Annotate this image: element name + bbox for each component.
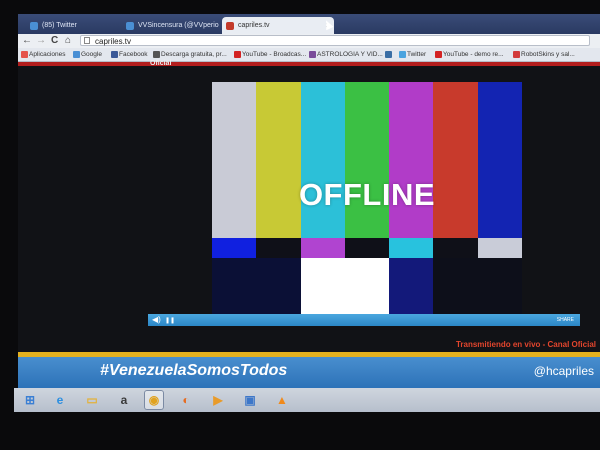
monitor-bezel [0,412,600,450]
address-bar[interactable]: capriles.tv [80,35,590,46]
bookmark-label: Twitter [407,51,427,58]
low-block-5 [389,258,434,314]
offline-text: OFFLINE [298,177,436,212]
bookmark-robotskins[interactable]: RobotSkins y sal... [512,48,575,61]
mid-block-1 [212,238,257,258]
file-explorer-icon[interactable]: ▭ [82,390,102,410]
firefox-icon[interactable]: ◐ [176,390,196,410]
bookmark-aplicaciones[interactable]: Aplicaciones [20,48,66,61]
mid-block-4 [344,238,390,258]
color-bar-2 [256,82,302,238]
bookmark-label: Facebook [119,51,148,58]
color-bar-6 [433,82,479,238]
twitter-tab-icon [30,22,38,30]
low-block-4 [344,258,390,314]
windows-start-icon[interactable]: ⊞ [20,390,40,410]
browser-toolbar: ← → C ⌂ capriles.tv [18,34,600,48]
color-bar-1 [212,82,257,238]
chrome-icon[interactable]: ◉ [144,390,164,410]
url-text: capriles.tv [95,37,132,46]
page-icon [84,37,90,44]
volume-icon[interactable]: ◀) [152,315,161,325]
internet-explorer-icon[interactable]: e [50,390,70,410]
facebook-icon [111,51,118,58]
apps-icon [21,51,28,58]
tab-label: VVSincensura (@VVperio [138,22,219,29]
low-block-2 [256,258,302,314]
banner-yellow-stripe [18,352,600,357]
oficial-label: Oficial [150,60,172,67]
mid-block-2 [256,238,302,258]
page-content: Oficial OFFLINE ◀) ❚❚ SHARE Transmitiend… [18,60,600,388]
share-button[interactable]: SHARE [557,314,574,326]
windows-taskbar: ⊞ e ▭ a ◉ ◐ ▶ ▣ ▲ [14,388,600,412]
bookmark-label: Descarga gratuita, pr... [161,51,227,58]
back-button[interactable]: ← [22,35,32,47]
low-block-3 [300,258,346,314]
tab-vvsincensura[interactable]: VVSincensura (@VVperio [122,17,234,34]
bookmark-label: YouTube - demo re... [443,51,504,58]
bookmark-label: Google [81,51,102,58]
color-bar-4 [344,82,390,238]
google-icon [73,51,80,58]
color-bar-5 [389,82,434,238]
bookmark-facebook[interactable]: Facebook [110,48,148,61]
header-red-line [18,62,600,66]
robot-icon [513,51,520,58]
color-bar-3 [300,82,346,238]
bookmark-label: YouTube - Broadcas... [242,51,307,58]
player-controls: ◀) ❚❚ SHARE [148,314,580,326]
tab-label: (85) Twitter [42,22,77,29]
mid-block-6 [433,238,479,258]
bookmark-label: RobotSkins y sal... [521,51,575,58]
media-player-icon[interactable]: ▶ [208,390,228,410]
low-block-6 [433,258,479,314]
youtube-icon [435,51,442,58]
twitter-icon [399,51,406,58]
download-icon [153,51,160,58]
amazon-icon[interactable]: a [114,390,134,410]
twitter-tab-icon [126,22,134,30]
remote-desktop-icon[interactable]: ▣ [240,390,260,410]
twitter-handle[interactable]: @hcapriles [534,364,594,378]
tab-label: capriles.tv [238,22,270,29]
vlc-icon[interactable]: ▲ [272,390,292,410]
bookmarks-bar: Aplicaciones Google Facebook Descarga gr… [18,48,600,62]
bookmark-unnamed[interactable] [384,48,393,61]
transmit-label: Transmitiendo en vivo - Canal Oficial [455,340,596,349]
page-icon [385,51,392,58]
tab-twitter[interactable]: (85) Twitter [26,17,134,34]
mid-block-3 [300,238,346,258]
video-player[interactable]: OFFLINE [212,82,523,314]
hashtag-text: #VenezuelaSomosTodos [100,362,288,379]
mid-block-7 [477,238,523,258]
color-bar-7 [477,82,523,238]
bookmark-astrologia[interactable]: ASTROLOGIA Y VID... [308,48,383,61]
bookmark-google[interactable]: Google [72,48,102,61]
low-block-7 [477,258,523,314]
reload-button[interactable]: C [51,35,58,47]
home-button[interactable]: ⌂ [65,35,71,47]
low-block-1 [212,258,257,314]
astrologia-icon [309,51,316,58]
bookmark-youtube-demo[interactable]: YouTube - demo re... [434,48,504,61]
mid-block-5 [389,238,434,258]
footer-banner: #VenezuelaSomosTodos @hcapriles [18,352,600,388]
capriles-tab-icon [226,22,234,30]
browser-tab-strip: (85) Twitter VVSincensura (@VVperio capr… [18,14,600,34]
forward-button[interactable]: → [36,35,46,47]
bookmark-youtube-broadcast[interactable]: YouTube - Broadcas... [233,48,306,61]
bookmark-twitter[interactable]: Twitter [398,48,426,61]
youtube-icon [234,51,241,58]
bookmark-label: Aplicaciones [29,51,66,58]
bookmark-label: ASTROLOGIA Y VID... [317,51,383,58]
pause-button[interactable]: ❚❚ [165,316,175,326]
tab-capriles[interactable]: capriles.tv × [222,17,334,34]
